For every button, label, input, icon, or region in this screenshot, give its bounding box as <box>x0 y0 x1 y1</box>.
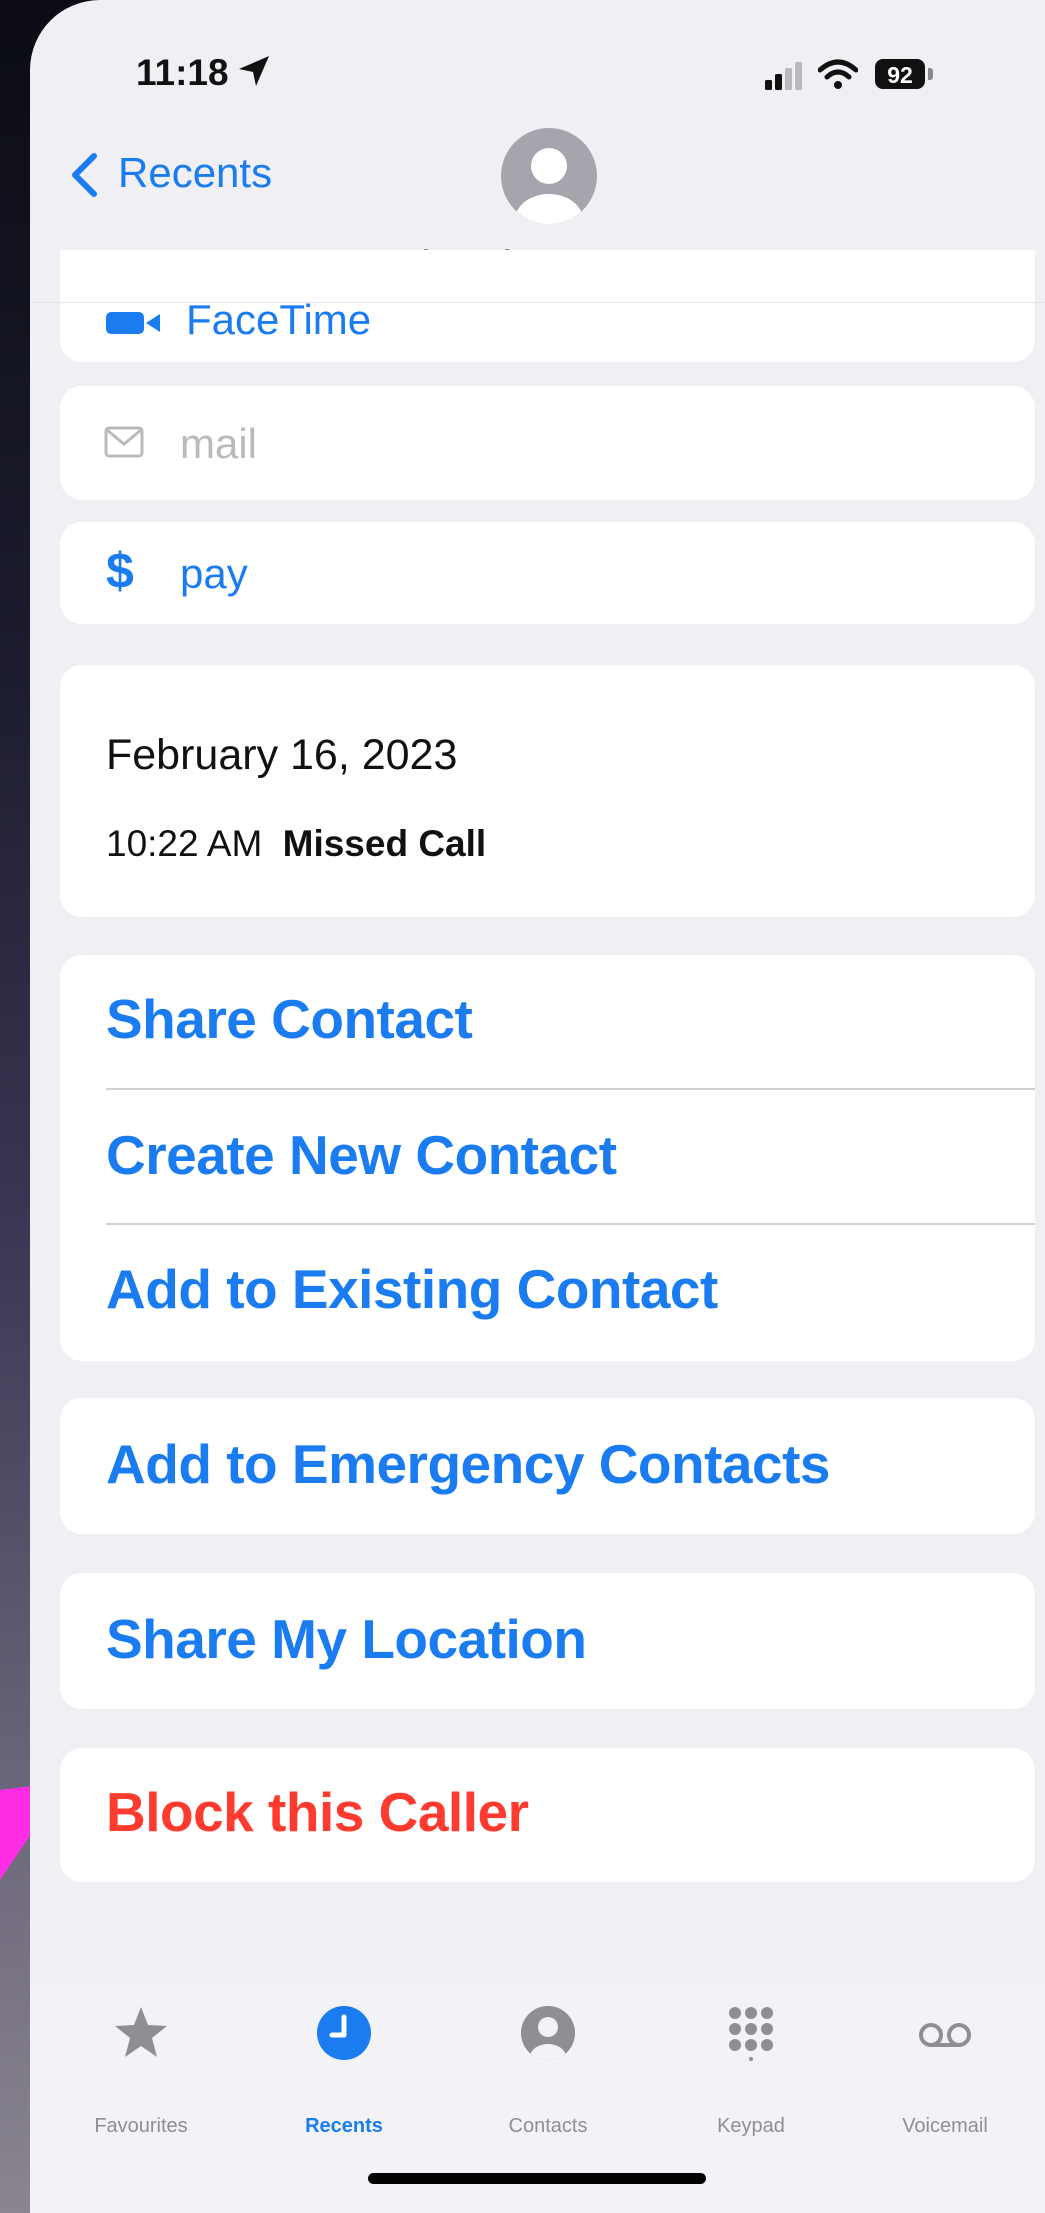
wifi-icon <box>818 59 858 89</box>
signal-icon <box>765 62 802 90</box>
home-indicator[interactable] <box>368 2173 706 2184</box>
clock-icon <box>317 2006 371 2060</box>
add-to-emergency-contacts-button[interactable]: Add to Emergency Contacts <box>106 1432 831 1496</box>
back-button[interactable]: Recents <box>70 145 330 205</box>
video-camera-lens <box>146 314 160 332</box>
mail-label: mail <box>180 420 258 467</box>
separator <box>106 1088 1035 1090</box>
keypad-icon <box>729 2007 773 2061</box>
phone-screen: 11:18 92 Recents FaceTime mail $ pay Feb… <box>30 0 1045 2213</box>
tab-label: Contacts <box>508 2115 588 2137</box>
dollar-icon: $ <box>106 543 134 599</box>
location-arrow-icon <box>239 56 269 86</box>
tab-label: Voicemail <box>902 2115 988 2137</box>
header-divider <box>30 302 1045 303</box>
mail-row[interactable]: mail <box>60 386 1035 500</box>
battery-cap <box>928 68 933 80</box>
status-bar: 11:18 92 <box>30 0 1045 110</box>
video-camera-icon <box>106 312 144 334</box>
battery-icon: 92 <box>875 59 925 89</box>
tab-label: Keypad <box>717 2115 785 2137</box>
voicemail-icon <box>919 2023 971 2047</box>
facetime-card[interactable]: FaceTime <box>60 250 1035 362</box>
call-time: 10:22 AM <box>106 823 263 864</box>
share-contact-button[interactable]: Share Contact <box>106 987 473 1051</box>
call-date: February 16, 2023 <box>106 731 458 779</box>
call-type: Missed Call <box>282 823 487 864</box>
block-caller-card[interactable]: Block this Caller <box>60 1748 1035 1882</box>
pay-row[interactable]: $ pay <box>60 522 1035 624</box>
status-time: 11:18 <box>136 52 229 93</box>
chevron-left-icon <box>72 153 97 197</box>
battery-level: 92 <box>887 62 913 88</box>
pay-label: pay <box>180 550 248 597</box>
call-time-row: 10:22 AM Missed Call <box>106 823 486 865</box>
tab-label: Favourites <box>94 2115 188 2137</box>
back-label: Recents <box>118 149 273 196</box>
add-to-existing-contact-button[interactable]: Add to Existing Contact <box>106 1257 718 1321</box>
envelope-icon <box>104 426 144 458</box>
share-my-location-button[interactable]: Share My Location <box>106 1607 587 1671</box>
contact-avatar <box>501 128 597 224</box>
share-location-card[interactable]: Share My Location <box>60 1573 1035 1709</box>
call-info-card: February 16, 2023 10:22 AM Missed Call <box>60 665 1035 917</box>
create-new-contact-button[interactable]: Create New Contact <box>106 1123 617 1187</box>
separator <box>106 1223 1035 1225</box>
tab-label: Recents <box>305 2115 383 2137</box>
contact-actions-card: Share Contact Create New Contact Add to … <box>60 955 1035 1361</box>
star-icon <box>115 2007 167 2057</box>
emergency-card[interactable]: Add to Emergency Contacts <box>60 1398 1035 1534</box>
person-circle-icon <box>521 2006 575 2060</box>
block-this-caller-button[interactable]: Block this Caller <box>106 1780 529 1844</box>
